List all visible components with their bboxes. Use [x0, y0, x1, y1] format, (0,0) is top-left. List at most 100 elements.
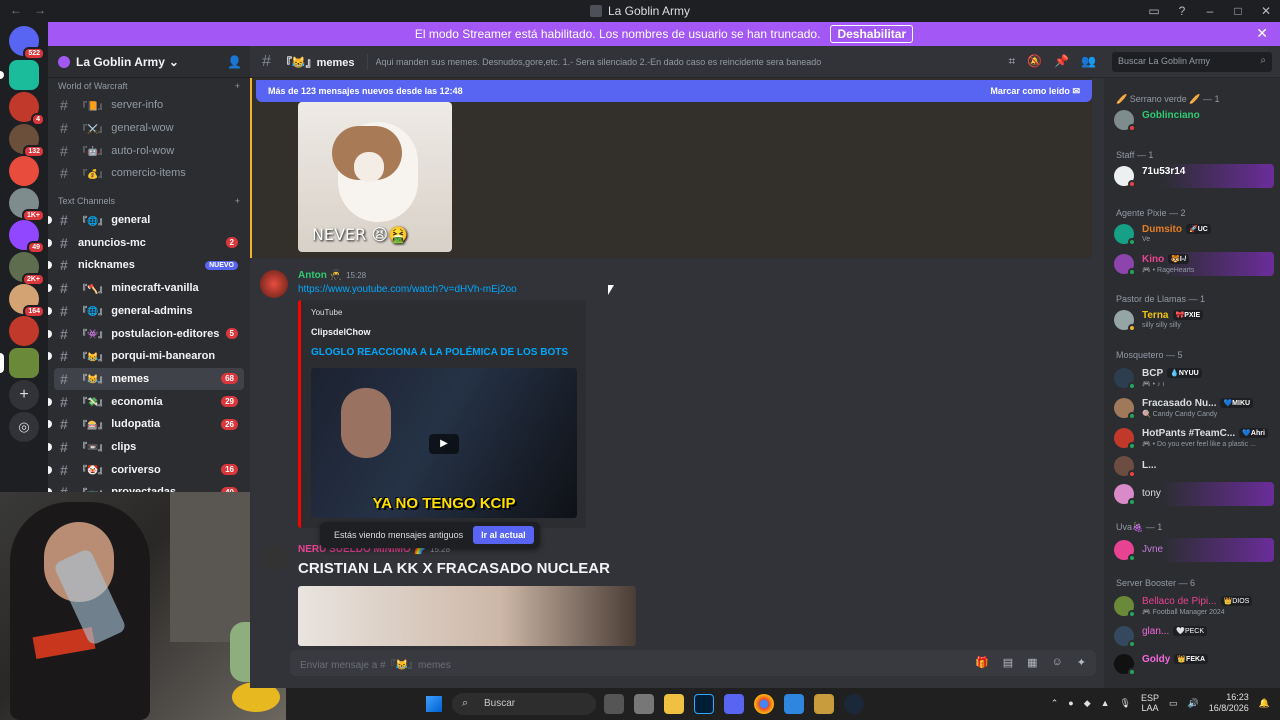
mute-bell-icon[interactable]: 🔕 [1027, 54, 1042, 69]
volume-icon[interactable]: 🔊 [1188, 698, 1199, 709]
clock[interactable]: 16:23 16/8/2026 [1209, 692, 1249, 714]
channel-nicknames[interactable]: # nicknames NUEVO [48, 254, 244, 277]
chrome-icon[interactable] [754, 694, 774, 714]
disable-streamer-button[interactable]: Deshabilitar [830, 25, 914, 43]
close-window-button[interactable]: ✕ [1252, 4, 1280, 18]
forward-icon[interactable]: → [34, 3, 46, 17]
sticker-icon[interactable]: ▦ [1027, 656, 1037, 669]
embed-author[interactable]: ClipsdelChow [311, 327, 576, 337]
embed-title[interactable]: GLOGLO REACCIONA A LA POLÉMICA DE LOS BO… [311, 347, 576, 358]
add-channel-icon[interactable]: + [235, 196, 240, 206]
video-thumbnail[interactable]: ▶ YA NO TENGO KCIP [311, 368, 577, 518]
channel-proyectadas[interactable]: #『📺』proyectadas40 [48, 481, 244, 492]
member-item[interactable]: 71u53r14 [1112, 164, 1274, 188]
invite-icon[interactable]: 👤 [227, 55, 242, 69]
channel-general-wow[interactable]: # 『⚔️』 general-wow [54, 117, 244, 140]
server-icon[interactable]: 4 [9, 92, 45, 126]
channel-auto-rol-wow[interactable]: # 『🤖』 auto-rol-wow [54, 139, 244, 162]
embed-provider[interactable]: YouTube [311, 308, 576, 317]
server-icon[interactable]: 2K+ [9, 252, 45, 286]
tray-icon[interactable]: ◆ [1084, 698, 1091, 709]
category-text-channels[interactable]: Text Channels + [48, 193, 250, 209]
channel-porqui-mi-banearon[interactable]: # 『😹』 porqui-mi-banearon [48, 345, 244, 368]
add-server-icon[interactable]: + [9, 380, 39, 410]
member-item[interactable]: Goblinciano [1112, 108, 1274, 132]
maximize-button[interactable]: □ [1224, 4, 1252, 18]
discord-icon[interactable] [724, 694, 744, 714]
app-icon[interactable] [784, 694, 804, 714]
channel-general[interactable]: # 『🌐』 general [48, 209, 244, 232]
chevron-up-icon[interactable]: ⌃ [1051, 698, 1059, 709]
app-icon[interactable] [634, 694, 654, 714]
channel-anuncios-mc[interactable]: # anuncios-mc 2 [48, 231, 244, 254]
channel-memes[interactable]: # 『😹』 memes 68 [54, 367, 244, 391]
back-icon[interactable]: ← [10, 3, 22, 17]
image-attachment[interactable] [298, 586, 636, 646]
channel-postulacion-editores[interactable]: # 『👾』 postulacion-editores 5 [48, 322, 244, 345]
windows-start-icon[interactable] [426, 696, 442, 712]
minimize-button[interactable]: – [1196, 4, 1224, 18]
explore-icon[interactable]: ◎ [9, 412, 39, 442]
members-icon[interactable]: 👥 [1081, 54, 1096, 69]
task-view-icon[interactable] [604, 694, 624, 714]
member-item[interactable]: BCP 💧NYUU 🎮 • ♪ ı [1112, 366, 1274, 390]
mic-icon[interactable]: 🎙 [1120, 698, 1131, 709]
member-item[interactable]: tony [1112, 482, 1274, 506]
channel-comercio-items[interactable]: # 『💰』 comercio-items [54, 162, 244, 185]
play-icon[interactable]: ▶ [429, 434, 459, 454]
channel-server-info[interactable]: # 『📙』 server-info [54, 94, 244, 117]
notification-icon[interactable]: 🔔 [1259, 698, 1270, 709]
add-channel-icon[interactable]: + [235, 81, 240, 91]
wow-icon[interactable] [814, 694, 834, 714]
gif-attachment[interactable]: NEVER 😫🤮 [298, 102, 452, 252]
avatar[interactable] [260, 544, 288, 572]
channel-clips[interactable]: # 『📼』 clips [48, 436, 244, 459]
member-item[interactable]: glan... 🤍PECK [1112, 624, 1274, 648]
server-icon-active[interactable] [0, 348, 39, 378]
close-icon[interactable]: ✕ [1256, 25, 1268, 42]
mark-read-button[interactable]: Marcar como leído ✉ [990, 86, 1080, 97]
jump-to-present-button[interactable]: Ir al actual [473, 526, 534, 544]
member-item[interactable]: HotPants #TeamC... 💙Ahri 🎮 • Do you ever f… [1112, 426, 1274, 450]
channel-general-admins[interactable]: # 『🌐』 general-admins [48, 300, 244, 323]
steam-icon[interactable] [844, 694, 864, 714]
server-icon[interactable] [9, 156, 39, 186]
server-icon[interactable]: 164 [9, 284, 45, 318]
youtube-link[interactable]: https://www.youtube.com/watch?v=dHVh-mEj… [298, 284, 517, 295]
tray-icon[interactable]: ▲ [1101, 698, 1110, 708]
channel-minecraft-vanilla[interactable]: # 『🪓』 minecraft-vanilla [48, 277, 244, 300]
threads-icon[interactable]: ⌗ [1008, 54, 1015, 69]
file-explorer-icon[interactable] [664, 694, 684, 714]
server-icon[interactable]: 1K+ [9, 188, 45, 222]
emoji-icon[interactable]: ☺ [1052, 656, 1063, 669]
server-icon-dm[interactable]: 522 [9, 26, 45, 60]
message-input[interactable]: Enviar mensaje a #『😹』memes 🎁 ▤ ▦ ☺ ✦ [290, 650, 1096, 676]
member-item[interactable]: Dumsito 🚀UC Ve [1112, 222, 1274, 246]
network-icon[interactable]: ▭ [1169, 698, 1178, 709]
channel-ludopatia[interactable]: # 『🎰』 ludopatia 26 [48, 413, 244, 436]
avatar[interactable] [260, 270, 288, 298]
channel-coriverso[interactable]: # 『🤡』 coriverso 16 [48, 458, 244, 481]
server-icon-kick[interactable] [0, 60, 39, 90]
channel-economia[interactable]: # 『💸』 economía 29 [48, 390, 244, 413]
member-item[interactable]: Kino 🐯I-/🎮 • RageHearts [1112, 252, 1274, 276]
apps-icon[interactable]: ✦ [1077, 656, 1086, 669]
member-item[interactable]: Jvne [1112, 538, 1274, 562]
gif-icon[interactable]: ▤ [1003, 656, 1013, 669]
server-icon[interactable] [9, 316, 39, 346]
taskbar-search[interactable]: ⌕ Buscar [452, 693, 596, 715]
member-item[interactable]: L... [1112, 454, 1274, 478]
member-item[interactable]: Goldy 👑FEKA [1112, 652, 1274, 676]
member-item[interactable]: Terna 🎀PXIE silly silly silly [1112, 308, 1274, 332]
category-wow[interactable]: World of Warcraft + [48, 78, 250, 94]
pin-icon[interactable]: 📌 [1054, 54, 1069, 69]
gift-icon[interactable]: 🎁 [975, 656, 989, 669]
inbox-icon[interactable]: ▭ [1140, 4, 1168, 18]
guild-header[interactable]: La Goblin Army ⌄ 👤 [48, 46, 250, 78]
tray-icon[interactable]: ● [1068, 698, 1073, 708]
message-author[interactable]: Anton 🥷 15:28 [298, 270, 366, 281]
language-indicator[interactable]: ESP LAA [1141, 693, 1159, 713]
new-messages-bar[interactable]: Más de 123 mensajes nuevos desde las 12:… [256, 80, 1092, 102]
server-icon-twitch[interactable]: 49 [9, 220, 45, 254]
member-item[interactable]: Bellaco de Pipi... 👑DIOS 🎮 Football Manage… [1112, 594, 1274, 618]
